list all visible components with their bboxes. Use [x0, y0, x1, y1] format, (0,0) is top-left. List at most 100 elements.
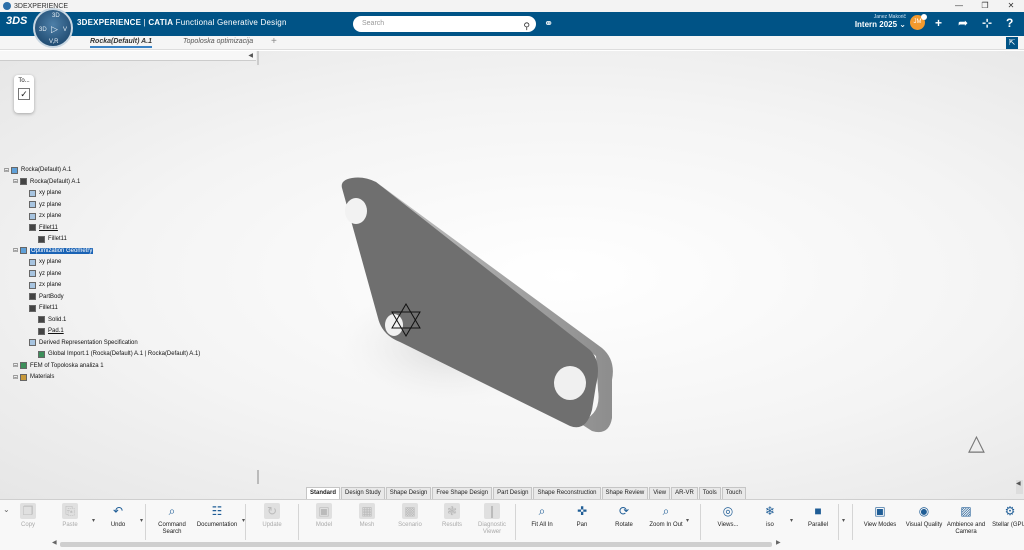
tree-node[interactable]: xy plane [22, 188, 61, 198]
section-tab[interactable]: Free Shape Design [432, 487, 493, 499]
tree-expand-icon[interactable]: ⊟ [4, 167, 9, 174]
command-search-button[interactable]: ⌕ Command Search [150, 503, 194, 536]
pad-icon [38, 327, 45, 335]
tree-scrollbar[interactable]: ◀ [0, 51, 256, 61]
close-icon[interactable]: ✕ [998, 0, 1024, 12]
help-icon[interactable]: ? [1006, 16, 1013, 30]
add-tab-icon[interactable]: + [271, 36, 277, 47]
mini-toolbox[interactable]: To... ✓ [14, 75, 34, 113]
scenario-button[interactable]: ▩ Scenario [388, 503, 432, 529]
tool-label: Copy [20, 522, 35, 528]
panel-splitter[interactable] [257, 51, 259, 65]
section-tab[interactable]: Shape Reconstruction [533, 487, 601, 499]
tree-node[interactable]: Global Import.1 (Rocka(Default) A.1 | Ro… [31, 349, 200, 359]
paste-button[interactable]: ⎘ Paste [48, 503, 92, 529]
dropdown-arrow-icon[interactable]: ▾ [242, 517, 245, 524]
tree-node[interactable]: ⊟ Rocka(Default) A.1 [4, 165, 71, 175]
stellar-button[interactable]: ⚙ Stellar (GPU) [988, 503, 1024, 529]
section-tab[interactable]: Design Study [341, 487, 385, 499]
tree-node[interactable]: ⊟ FEM of Topoloska analiza 1 [13, 361, 104, 371]
documentation-button[interactable]: ☷ Documentation [195, 503, 239, 529]
dropdown-arrow-icon[interactable]: ▾ [92, 517, 95, 524]
tree-node[interactable]: yz plane [22, 269, 61, 279]
scroll-left-icon[interactable]: ◀ [248, 52, 253, 59]
tree-node[interactable]: ⊟ Materials [13, 372, 54, 382]
copy-button[interactable]: ❐ Copy [6, 503, 50, 529]
dropdown-arrow-icon[interactable]: ▾ [790, 517, 793, 524]
tree-node[interactable]: zx plane [22, 280, 61, 290]
tree-node[interactable]: Fillet11 [31, 234, 67, 244]
dropdown-arrow-icon[interactable]: ▾ [140, 517, 143, 524]
user-info[interactable]: Janez Makorič Intern 2025 ⌄ [838, 14, 906, 29]
robot-nav-icon[interactable]: △ [968, 430, 985, 456]
tree-node[interactable]: Pad.1 [31, 326, 64, 336]
tool-label: Pan [576, 522, 588, 528]
action-bar-collapse-icon[interactable]: ⌄ [3, 505, 10, 514]
tree-node-label: Derived Representation Specification [39, 339, 138, 346]
action-bar-scrollbar[interactable] [60, 542, 772, 547]
results-button[interactable]: ❃ Results [430, 503, 474, 529]
scroll-right-arrow-icon[interactable]: ▶ [776, 539, 781, 546]
dropdown-arrow-icon[interactable]: ▾ [842, 517, 845, 524]
share-icon[interactable]: ➦ [958, 16, 968, 30]
view-modes-button[interactable]: ▣ View Modes [858, 503, 902, 529]
fullscreen-icon[interactable]: ⇱ [1006, 37, 1018, 49]
tree-node[interactable]: ⊟ Rocka(Default) A.1 [13, 177, 80, 187]
apps-icon[interactable]: ⊹ [982, 16, 992, 30]
parallel-button[interactable]: ■ Parallel [796, 503, 840, 529]
model-button[interactable]: ▣ Model [302, 503, 346, 529]
minimize-icon[interactable]: — [946, 0, 972, 12]
section-tab[interactable]: Touch [721, 487, 746, 499]
tree-node[interactable]: Solid.1 [31, 315, 66, 325]
tree-node[interactable]: Fillet11 [22, 223, 58, 233]
section-tab[interactable]: Part Design [493, 487, 533, 499]
tree-expand-icon[interactable]: ⊟ [13, 247, 18, 254]
avatar[interactable]: JM [910, 14, 927, 30]
undo-button[interactable]: ↶ Undo [96, 503, 140, 529]
tree-node[interactable]: yz plane [22, 200, 61, 210]
tenant-selector[interactable]: Intern 2025 ⌄ [838, 20, 906, 29]
check-icon[interactable]: ✓ [18, 88, 30, 100]
zoom-button[interactable]: ⌕ Zoom In Out [644, 503, 688, 529]
diagnostic-viewer-button[interactable]: ❙ Diagnostic Viewer [470, 503, 514, 536]
fit-all-button[interactable]: ⌕ Fit All In [520, 503, 564, 529]
tab-rocka[interactable]: Rocka(Default) A.1 [90, 38, 152, 48]
restore-icon[interactable]: ❐ [972, 0, 998, 12]
tree-expand-icon[interactable]: ⊟ [13, 178, 18, 185]
section-tab[interactable]: Standard [306, 487, 341, 499]
tree-expand-icon[interactable]: ⊟ [13, 362, 18, 369]
scroll-left-arrow-icon[interactable]: ◀ [52, 539, 57, 546]
section-tab[interactable]: Tools [698, 487, 721, 499]
tag-icon[interactable]: ⚭ [544, 17, 553, 30]
tree-node[interactable]: Derived Representation Specification [22, 338, 138, 348]
search-input[interactable]: Search ⚲ [353, 16, 536, 32]
tree-node[interactable]: PartBody [22, 292, 64, 302]
update-button[interactable]: ↻ Update [250, 503, 294, 529]
tree-node[interactable]: zx plane [22, 211, 61, 221]
search-icon[interactable]: ⚲ [523, 18, 530, 34]
iso-button[interactable]: ❄ iso [748, 503, 792, 529]
rotate-button[interactable]: ⟳ Rotate [602, 503, 646, 529]
tree-expand-icon[interactable]: ⊟ [13, 374, 18, 381]
add-icon[interactable]: + [935, 16, 942, 30]
section-tab[interactable]: View [649, 487, 671, 499]
section-tab[interactable]: AR-VR [671, 487, 698, 499]
right-panel-toggle-icon[interactable]: ◀ [1016, 480, 1023, 494]
panel-splitter-bottom[interactable] [257, 470, 259, 484]
part-model[interactable] [330, 170, 630, 450]
visual-quality-button[interactable]: ◉ Visual Quality [902, 503, 946, 529]
tree-node[interactable]: xy plane [22, 257, 61, 267]
section-tab[interactable]: Shape Review [601, 487, 649, 499]
compass-widget[interactable]: 3D 3D V V,R ▷ [33, 8, 73, 48]
tree-node[interactable]: ⊟ Optimization Geometry [13, 246, 94, 256]
tab-topoloska[interactable]: Topoloska optimizacija [183, 38, 253, 45]
tree-node[interactable]: Fillet11 [22, 303, 58, 313]
section-tab[interactable]: Shape Design [385, 487, 432, 499]
dropdown-arrow-icon[interactable]: ▾ [686, 517, 689, 524]
ambience-button[interactable]: ▨ Ambience and Camera [944, 503, 988, 536]
views-button[interactable]: ◎ Views... [706, 503, 750, 529]
ds-logo-icon[interactable]: 3DS [6, 15, 27, 27]
play-icon[interactable]: ▷ [51, 24, 58, 35]
mesh-button[interactable]: ▦ Mesh [345, 503, 389, 529]
pan-button[interactable]: ✜ Pan [560, 503, 604, 529]
